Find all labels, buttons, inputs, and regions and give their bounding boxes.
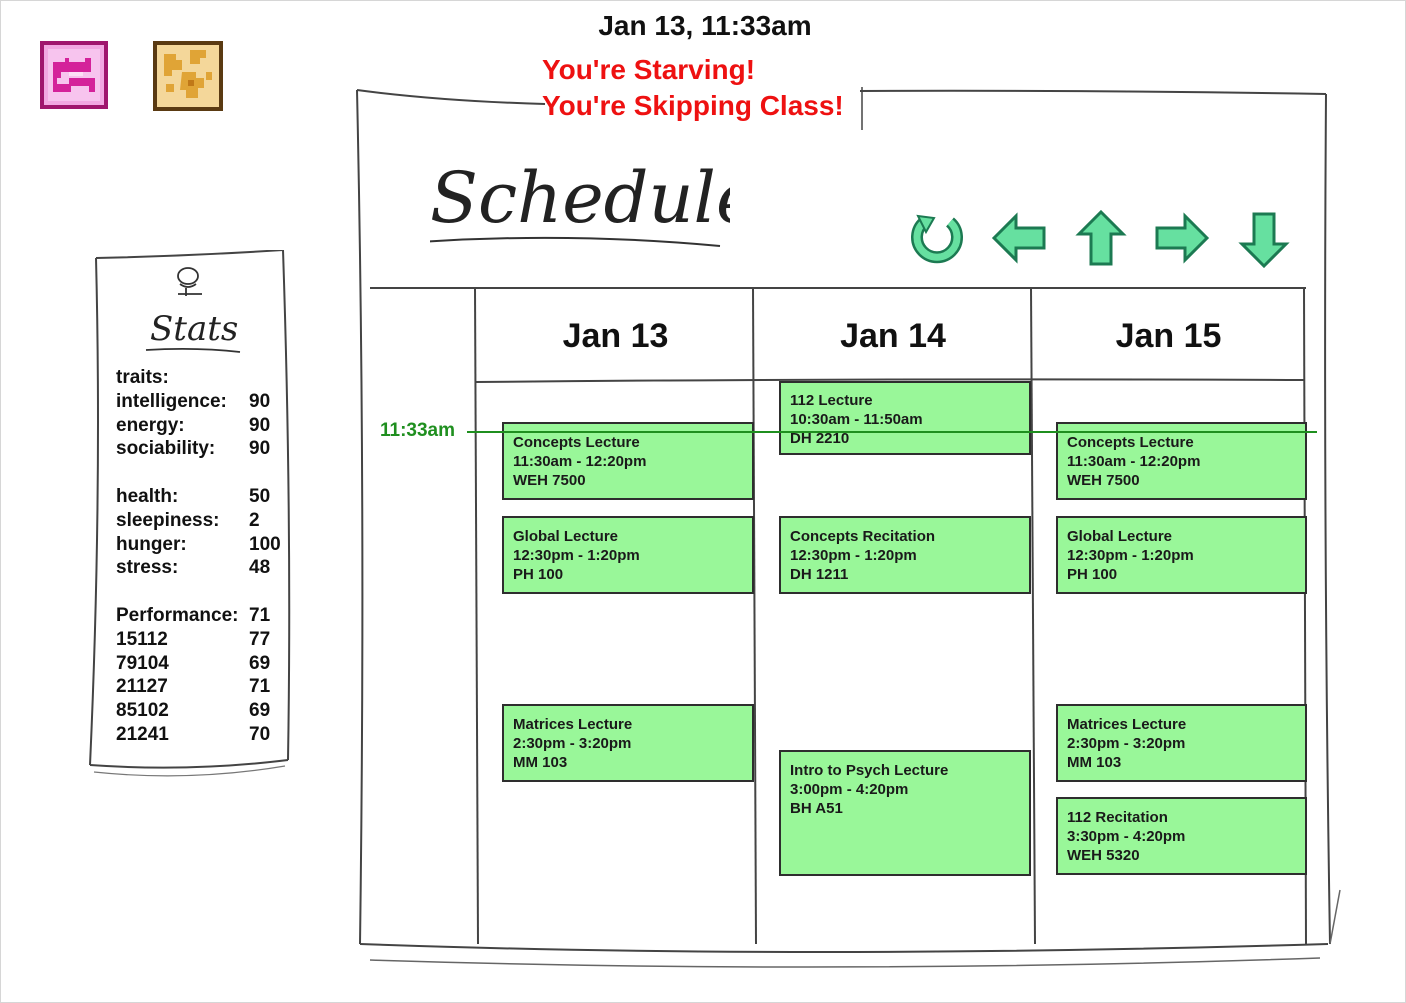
event-card[interactable]: Global Lecture 12:30pm - 1:20pm PH 100 <box>1056 516 1307 594</box>
event-card[interactable]: 112 Lecture 10:30am - 11:50am DH 2210 <box>779 381 1031 455</box>
arrow-down-icon[interactable] <box>1236 210 1292 269</box>
event-title: 112 Lecture <box>790 392 873 409</box>
day-header: Jan 13 <box>562 317 669 355</box>
event-card[interactable]: Concepts Lecture 11:30am - 12:20pm WEH 7… <box>502 422 754 500</box>
event-room: WEH 7500 <box>1067 472 1140 489</box>
event-title: Concepts Lecture <box>513 434 640 451</box>
event-room: BH A51 <box>790 800 843 817</box>
bed-icon[interactable] <box>39 40 109 110</box>
day-header: Jan 15 <box>1115 317 1222 355</box>
event-time: 2:30pm - 3:20pm <box>513 735 632 752</box>
stats-traits-label: traits: <box>116 367 169 388</box>
event-title: Intro to Psych Lecture <box>790 762 949 779</box>
stat-label: intelligence: <box>116 390 227 412</box>
arrow-up-icon[interactable] <box>1073 209 1129 266</box>
event-time: 3:00pm - 4:20pm <box>790 781 909 798</box>
current-datetime: Jan 13, 11:33am <box>598 10 812 41</box>
performance-value: 71 <box>249 604 271 626</box>
event-room: PH 100 <box>513 566 564 583</box>
event-time: 2:30pm - 3:20pm <box>1067 735 1186 752</box>
event-title: Concepts Recitation <box>790 528 936 545</box>
course-label: 79104 <box>116 652 169 674</box>
event-time: 12:30pm - 1:20pm <box>513 547 640 564</box>
arrow-left-icon[interactable] <box>990 210 1046 266</box>
refresh-icon[interactable] <box>908 210 964 266</box>
alert-skipping-class: You're Skipping Class! <box>542 90 844 121</box>
event-title: Global Lecture <box>1067 528 1173 545</box>
event-time: 10:30am - 11:50am <box>790 411 923 428</box>
event-card[interactable]: Global Lecture 12:30pm - 1:20pm PH 100 <box>502 516 754 594</box>
current-time-line <box>467 431 1317 433</box>
course-value: 71 <box>249 676 271 698</box>
event-room: MM 103 <box>513 754 568 771</box>
stats-list: traits: intelligence: 90 energy: 90 sociab… <box>116 366 291 747</box>
event-title: Matrices Lecture <box>1067 716 1187 733</box>
stat-value: 48 <box>249 557 271 579</box>
event-card[interactable]: Intro to Psych Lecture 3:00pm - 4:20pm B… <box>779 750 1031 876</box>
course-value: 69 <box>249 700 271 722</box>
stats-title: Stats <box>150 309 238 349</box>
stat-value: 90 <box>249 390 271 412</box>
event-card[interactable]: Concepts Recitation 12:30pm - 1:20pm DH … <box>779 516 1031 594</box>
event-room: WEH 5320 <box>1067 847 1140 864</box>
course-label: 15112 <box>116 628 168 650</box>
schedule-title: Schedule <box>419 140 757 255</box>
event-card[interactable]: Concepts Lecture 11:30am - 12:20pm WEH 7… <box>1056 422 1307 500</box>
stat-label: energy: <box>116 414 185 436</box>
stat-label: sleepiness: <box>116 509 220 531</box>
course-value: 69 <box>249 652 271 674</box>
stat-value: 90 <box>249 438 271 460</box>
event-time: 11:30am - 12:20pm <box>1067 453 1201 470</box>
current-time-label: 11:33am <box>380 420 456 441</box>
event-room: PH 100 <box>1067 566 1118 583</box>
event-time: 3:30pm - 4:20pm <box>1067 828 1186 845</box>
stat-value: 90 <box>249 414 271 436</box>
event-time: 11:30am - 12:20pm <box>513 453 647 470</box>
stat-value: 50 <box>249 485 271 507</box>
stat-label: health: <box>116 485 179 507</box>
event-title: Matrices Lecture <box>513 716 633 733</box>
course-label: 21127 <box>116 676 168 698</box>
day-header: Jan 14 <box>840 317 946 355</box>
stats-icon <box>177 267 202 296</box>
stat-label: sociability: <box>116 438 216 460</box>
event-card[interactable]: Matrices Lecture 2:30pm - 3:20pm MM 103 <box>502 704 754 782</box>
event-card[interactable]: Matrices Lecture 2:30pm - 3:20pm MM 103 <box>1056 704 1307 782</box>
map-icon[interactable] <box>152 40 223 111</box>
event-time: 12:30pm - 1:20pm <box>1067 547 1194 564</box>
arrow-right-icon[interactable] <box>1153 210 1210 266</box>
event-room: DH 1211 <box>790 566 849 583</box>
course-value: 70 <box>249 723 271 745</box>
stat-value: 100 <box>249 533 281 555</box>
course-label: 85102 <box>116 700 169 722</box>
course-label: 21241 <box>116 723 169 745</box>
event-title: Global Lecture <box>513 528 619 545</box>
event-title: Concepts Lecture <box>1067 434 1194 451</box>
event-card[interactable]: 112 Recitation 3:30pm - 4:20pm WEH 5320 <box>1056 797 1307 875</box>
stat-value: 2 <box>249 509 260 531</box>
course-value: 77 <box>249 628 271 650</box>
stat-label: hunger: <box>116 533 187 555</box>
event-room: WEH 7500 <box>513 472 586 489</box>
event-title: 112 Recitation <box>1067 809 1168 826</box>
performance-label: Performance: <box>116 604 239 626</box>
svg-text:Schedule: Schedule <box>430 157 730 239</box>
stat-label: stress: <box>116 557 179 579</box>
event-time: 12:30pm - 1:20pm <box>790 547 917 564</box>
event-room: MM 103 <box>1067 754 1122 771</box>
